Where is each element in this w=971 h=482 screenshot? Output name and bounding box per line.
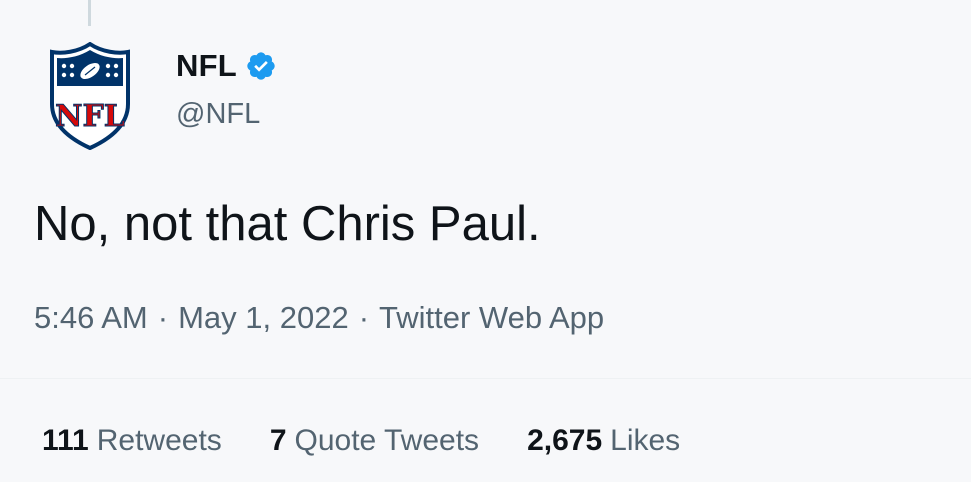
author-name-row: NFL (176, 46, 277, 86)
stats-divider (0, 378, 971, 379)
thread-connector-line (88, 0, 91, 26)
verified-badge-icon[interactable] (245, 50, 277, 82)
quote-tweets-stat[interactable]: 7 Quote Tweets (270, 424, 479, 458)
quote-tweets-count: 7 (269, 424, 287, 457)
avatar[interactable]: NFL (48, 41, 132, 151)
author-handle[interactable]: @NFL (176, 98, 277, 131)
retweets-count: 111 (42, 424, 89, 457)
author-display-name[interactable]: NFL (176, 48, 237, 84)
nfl-shield-logo-icon: NFL (50, 41, 130, 151)
likes-label: Likes (610, 424, 681, 457)
tweet-detail: NFL NFL @NFL No, not that Chris Paul. 5:… (0, 0, 971, 482)
engagement-stats: 111 Retweets 7 Quote Tweets 2,675 Likes (42, 424, 680, 458)
tweet-source[interactable]: Twitter Web App (379, 300, 604, 335)
quote-tweets-label: Quote Tweets (294, 424, 480, 457)
retweets-stat[interactable]: 111 Retweets (42, 424, 222, 458)
meta-separator: · (358, 300, 370, 335)
meta-separator: · (157, 300, 169, 335)
likes-stat[interactable]: 2,675 Likes (527, 424, 680, 458)
tweet-time[interactable]: 5:46 AM (34, 300, 148, 335)
tweet-author: NFL @NFL (176, 46, 277, 131)
likes-count: 2,675 (527, 424, 603, 457)
tweet-metadata: 5:46 AM · May 1, 2022 · Twitter Web App (34, 300, 604, 336)
tweet-date[interactable]: May 1, 2022 (178, 300, 349, 335)
tweet-text: No, not that Chris Paul. (34, 197, 541, 251)
retweets-label: Retweets (96, 424, 222, 457)
svg-text:NFL: NFL (55, 99, 125, 134)
